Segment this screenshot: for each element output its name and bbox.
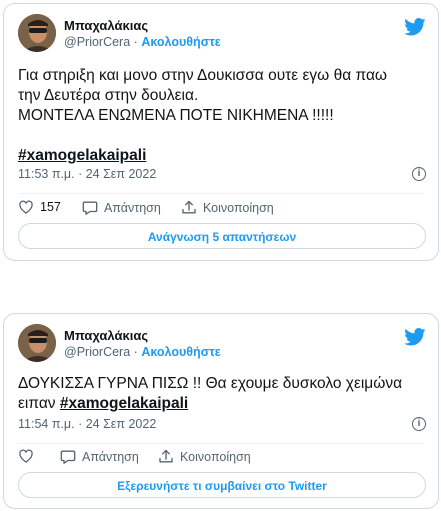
reply-label: Απάντηση (82, 449, 139, 464)
like-button[interactable] (18, 449, 34, 463)
separator: · (133, 35, 138, 49)
author-handle-line: @PriorCera · Ακολουθήστε (64, 345, 221, 359)
like-count: 157 (40, 200, 61, 214)
divider (18, 443, 424, 444)
tweet-text-fragment: ειπαν (18, 395, 56, 412)
hashtag-link[interactable]: #xamogelakaipali (18, 147, 146, 164)
separator: · (133, 345, 138, 359)
author-handle[interactable]: @PriorCera (64, 345, 130, 359)
reply-button[interactable]: Απάντηση (60, 449, 139, 464)
author-handle-line: @PriorCera · Ακολουθήστε (64, 35, 221, 49)
share-upload-icon (182, 200, 196, 214)
tweet-card: Μπαχαλάκιας @PriorCera · Ακολουθήστε Για… (3, 3, 439, 261)
tweet-text-line: την Δευτέρα στην δουλεια. (18, 87, 199, 104)
avatar[interactable] (18, 14, 56, 52)
follow-link[interactable]: Ακολουθήστε (141, 35, 220, 49)
author-name[interactable]: Μπαχαλάκιας (64, 328, 148, 343)
share-label: Κοινοποίηση (203, 200, 274, 215)
tweet-actions: Απάντηση Κοινοποίηση (18, 449, 418, 469)
reply-bubble-icon (60, 450, 76, 464)
twitter-bird-icon[interactable] (404, 328, 426, 346)
reply-label: Απάντηση (104, 200, 161, 215)
tweet-actions: 157 Απάντηση Κοινοποίηση (18, 200, 418, 220)
follow-link[interactable]: Ακολουθήστε (141, 345, 220, 359)
tweet-text-line: ειπαν #xamogelakaipali (18, 394, 428, 414)
hashtag-link[interactable]: #xamogelakaipali (60, 395, 188, 412)
tweet-card: Μπαχαλάκιας @PriorCera · Ακολουθήστε ΔΟΥ… (3, 313, 439, 509)
share-upload-icon (159, 449, 173, 463)
author-handle[interactable]: @PriorCera (64, 35, 130, 49)
like-button[interactable]: 157 (18, 200, 61, 214)
avatar[interactable] (18, 324, 56, 362)
reply-bubble-icon (82, 201, 98, 215)
explore-twitter-button[interactable]: Εξερευνήστε τι συμβαίνει στο Twitter (18, 472, 426, 498)
heart-icon (19, 449, 33, 463)
tweet-timestamp[interactable]: 11:54 π.μ. · 24 Σεπ 2022 (18, 417, 156, 431)
read-replies-button[interactable]: Ανάγνωση 5 απαντήσεων (18, 223, 426, 249)
info-icon[interactable]: i (412, 167, 426, 181)
tweet-text-line: ΜΟΝΤΕΛΑ ΕΝΩΜΕΝΑ ΠΟΤΕ ΝΙΚΗΜΕΝΑ !!!!! (18, 107, 334, 124)
tweet-timestamp[interactable]: 11:53 π.μ. · 24 Σεπ 2022 (18, 167, 156, 181)
reply-button[interactable]: Απάντηση (82, 200, 161, 215)
tweet-text: ΔΟΥΚΙΣΣΑ ΓΥΡΝΑ ΠΙΣΩ !! Θα εχουμε δυσκολο… (18, 374, 428, 414)
tweet-text-line: ΔΟΥΚΙΣΣΑ ΓΥΡΝΑ ΠΙΣΩ !! Θα εχουμε δυσκολο… (18, 375, 403, 392)
tweet-text: Για στηριξη και μονο στην Δουκισσα ουτε … (18, 66, 428, 166)
heart-icon (19, 200, 33, 214)
author-name[interactable]: Μπαχαλάκιας (64, 18, 148, 33)
tweet-text-line: Για στηριξη και μονο στην Δουκισσα ουτε … (18, 67, 388, 84)
tweet-header: Μπαχαλάκιας @PriorCera · Ακολουθήστε (18, 14, 428, 54)
share-button[interactable]: Κοινοποίηση (181, 200, 274, 215)
twitter-bird-icon[interactable] (404, 18, 426, 36)
share-label: Κοινοποίηση (180, 449, 251, 464)
divider (18, 193, 424, 194)
info-icon[interactable]: i (412, 417, 426, 431)
share-button[interactable]: Κοινοποίηση (158, 449, 251, 464)
tweet-header: Μπαχαλάκιας @PriorCera · Ακολουθήστε (18, 324, 428, 364)
